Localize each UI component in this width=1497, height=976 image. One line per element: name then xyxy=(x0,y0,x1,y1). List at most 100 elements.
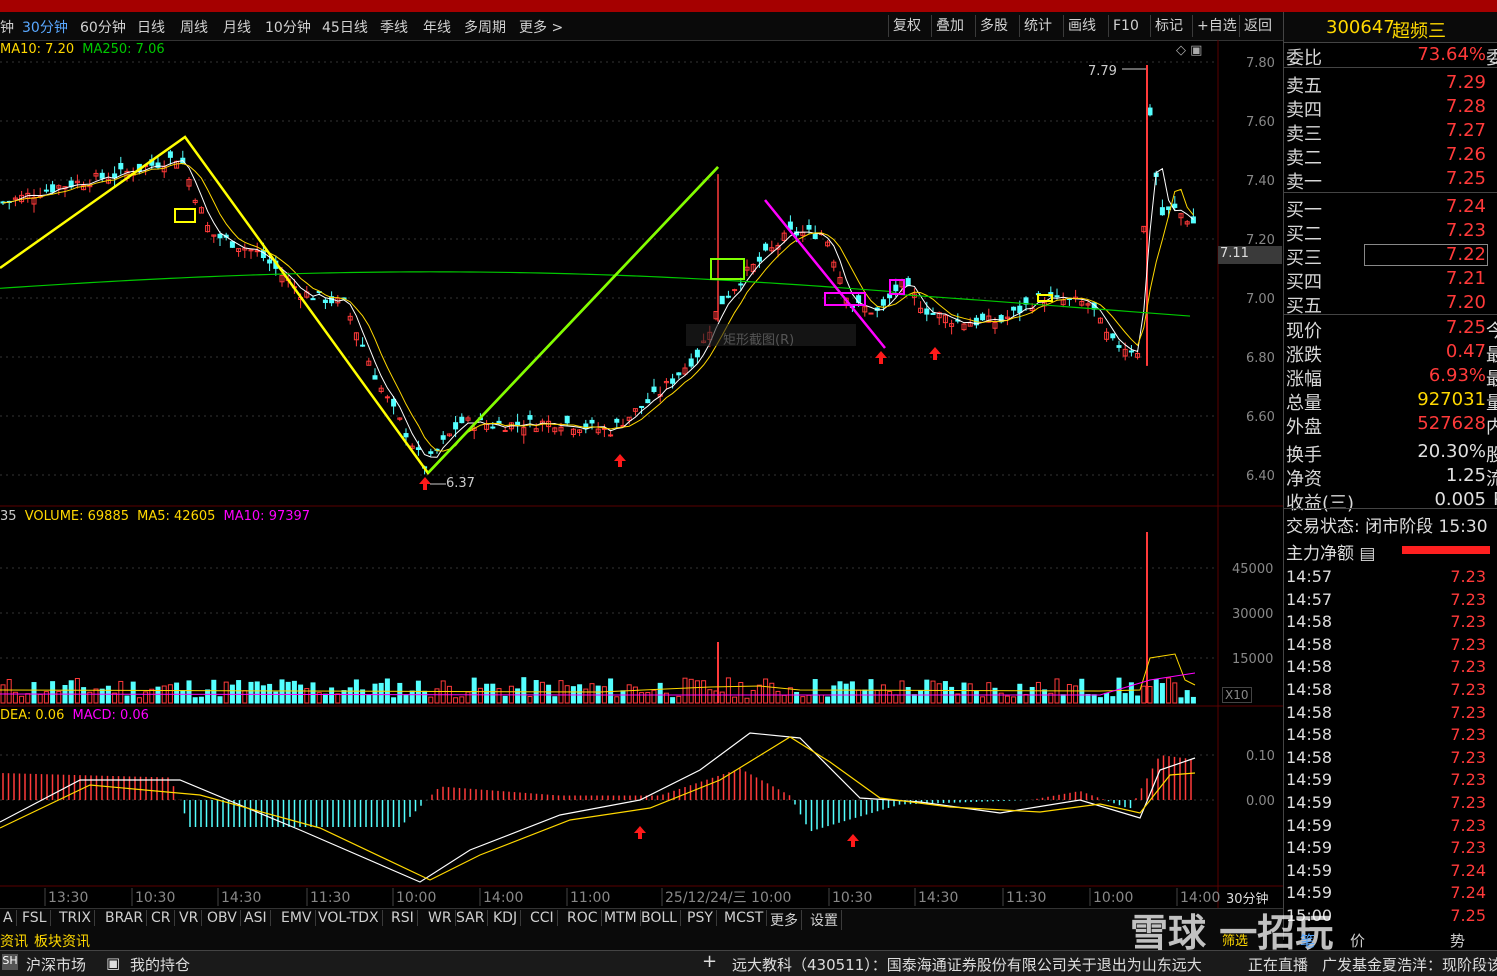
tab-price[interactable]: 价 xyxy=(1350,930,1365,951)
f10-button[interactable]: F10 xyxy=(1108,15,1143,37)
indicator-tab-6[interactable]: OBV xyxy=(204,910,241,926)
bid-level-5[interactable]: 买五 7.20 xyxy=(1286,292,1497,317)
volume-bar xyxy=(725,677,731,704)
tab-trend[interactable]: 势 xyxy=(1450,930,1465,951)
indicator-tab-19[interactable]: MCST xyxy=(721,910,768,926)
period-tab-45day[interactable]: 45日线 xyxy=(322,17,368,37)
bid-level-3[interactable]: 买三 7.22 xyxy=(1286,244,1497,269)
info-tab-news[interactable]: 资讯 xyxy=(0,931,28,951)
volume-bar xyxy=(397,682,403,704)
mark-button[interactable]: 标记 xyxy=(1150,15,1187,37)
period-tab-30min[interactable]: 30分钟 xyxy=(22,17,68,37)
period-tab-year[interactable]: 年线 xyxy=(423,17,451,37)
bid-level-1[interactable]: 买一 7.24 xyxy=(1286,196,1497,221)
period-tab-day[interactable]: 日线 xyxy=(137,17,165,37)
quote-row-5[interactable]: 换手 20.30% 股 xyxy=(1286,441,1497,466)
indicator-tab-21[interactable]: 设置 xyxy=(807,910,842,930)
draw-line-button[interactable]: 画线 xyxy=(1063,15,1100,37)
indicator-tab-1[interactable]: FSL xyxy=(19,910,51,926)
volume-bar xyxy=(267,683,273,704)
indicator-tab-0[interactable]: A xyxy=(0,910,17,926)
live-text[interactable]: 广发基金夏浩洋：现阶段该 xyxy=(1322,954,1497,975)
period-tab[interactable]: 钟 xyxy=(0,17,14,37)
indicator-tab-14[interactable]: CCI xyxy=(527,910,558,926)
indicator-tab-3[interactable]: BRAR xyxy=(102,910,148,926)
holdings-icon: ▣ xyxy=(106,954,121,972)
divider xyxy=(1284,67,1497,68)
indicator-tab-2[interactable]: TRIX xyxy=(56,910,95,926)
indicator-tab-17[interactable]: BOLL xyxy=(638,910,681,926)
indicator-tab-8[interactable]: EMV xyxy=(278,910,316,926)
tab-pen[interactable]: 笔 xyxy=(1300,930,1315,951)
ask-level-2[interactable]: 卖二 7.26 xyxy=(1286,144,1497,169)
period-tab-week[interactable]: 周线 xyxy=(180,17,208,37)
indicator-tab-10[interactable]: RSI xyxy=(388,910,418,926)
quote-row-2-tail: 最 xyxy=(1486,369,1497,390)
indicator-tab-15[interactable]: ROC xyxy=(564,910,602,926)
indicator-tab-5[interactable]: VR xyxy=(176,910,203,926)
period-tab-60min[interactable]: 60分钟 xyxy=(80,17,126,37)
status-bar: SH 沪深市场 ▣ 我的持仓 + 远大教科（430511）：国泰海通证券股份有限… xyxy=(0,950,1497,976)
kline-chart-area[interactable]: 7.80 7.60 7.40 7.20 7.00 6.80 6.60 6.40 45000 300… xyxy=(0,40,1283,908)
statistics-button[interactable]: 统计 xyxy=(1019,15,1056,37)
main-force-bar xyxy=(1402,546,1490,554)
indicator-tab-7[interactable]: ASI xyxy=(241,910,271,926)
indicator-tab-16[interactable]: MTM xyxy=(601,910,641,926)
candle xyxy=(676,372,682,376)
filter-label[interactable]: 筛选 xyxy=(1222,930,1282,949)
tick-time: 14:58 xyxy=(1286,747,1333,767)
indicator-tab-4[interactable]: CR xyxy=(148,910,175,926)
add-icon[interactable]: + xyxy=(702,951,717,972)
market-tab[interactable]: 沪深市场 xyxy=(26,954,86,975)
candle xyxy=(1017,305,1023,314)
volume-bar xyxy=(366,694,372,704)
ask-level-1[interactable]: 卖一 7.25 xyxy=(1286,168,1497,193)
add-watchlist-button[interactable]: +自选 xyxy=(1192,15,1241,37)
back-button[interactable]: 返回 xyxy=(1239,15,1276,37)
indicator-tab-13[interactable]: KDJ xyxy=(490,910,522,926)
indicator-tab-20[interactable]: 更多 xyxy=(767,910,802,930)
quote-row-2[interactable]: 涨幅 6.93% 最 xyxy=(1286,365,1497,390)
info-tab-sector[interactable]: 板块资讯 xyxy=(34,931,90,951)
entrust-ratio[interactable]: 委比 73.64% 委 xyxy=(1286,44,1497,69)
ask-level-4[interactable]: 卖四 7.28 xyxy=(1286,96,1497,121)
quote-row-0[interactable]: 现价 7.25 今 xyxy=(1286,317,1497,342)
volume-bar xyxy=(465,691,471,704)
overlay-button[interactable]: 叠加 xyxy=(931,15,968,37)
volume-bar xyxy=(781,694,787,704)
period-tab-season[interactable]: 季线 xyxy=(380,17,408,37)
volume-bar xyxy=(248,681,254,704)
volume-bar xyxy=(391,697,397,704)
quote-panel: 300647 超频三 委比 73.64% 委卖五 7.29 卖四 7.28 卖三 7.27 卖二… xyxy=(1283,12,1497,940)
bid-level-1-value: 7.24 xyxy=(1445,196,1486,217)
bid-level-4[interactable]: 买四 7.21 xyxy=(1286,268,1497,293)
news-ticker[interactable]: 远大教科（430511）：国泰海通证券股份有限公司关于退出为山东远大 xyxy=(732,954,1222,975)
quote-row-6[interactable]: 净资 1.25 流 xyxy=(1286,465,1497,490)
ask-level-5[interactable]: 卖五 7.29 xyxy=(1286,72,1497,97)
trend-line-green xyxy=(427,166,719,474)
volume-bar xyxy=(19,695,25,704)
time-axis-label: 10:00 xyxy=(1093,890,1133,906)
list-icon[interactable]: ▤ xyxy=(1359,544,1375,564)
indicator-tab-9[interactable]: VOL-TDX xyxy=(315,910,383,926)
volume-bar xyxy=(657,682,663,704)
multi-stock-button[interactable]: 多股 xyxy=(975,15,1012,37)
restore-rights-button[interactable]: 复权 xyxy=(888,15,925,37)
period-tab-multi[interactable]: 多周期 xyxy=(464,17,506,37)
indicator-tab-12[interactable]: SAR xyxy=(453,910,489,926)
holdings-tab[interactable]: 我的持仓 xyxy=(130,954,190,975)
period-tab-month[interactable]: 月线 xyxy=(223,17,251,37)
volume-bar xyxy=(1122,693,1128,704)
live-label[interactable]: 正在直播 xyxy=(1248,954,1308,975)
quote-row-4[interactable]: 外盘 527628 内 xyxy=(1286,413,1497,438)
ask-level-3[interactable]: 卖三 7.27 xyxy=(1286,120,1497,145)
quote-row-7[interactable]: 收益(三)0.005P xyxy=(1286,489,1497,514)
quote-row-1[interactable]: 涨跌 0.47 最 xyxy=(1286,341,1497,366)
period-tab-more[interactable]: 更多 > xyxy=(519,17,563,37)
indicator-tab-18[interactable]: PSY xyxy=(684,910,717,926)
chart-settings-icon[interactable]: ◇ ▣ xyxy=(1176,43,1202,58)
bid-level-2[interactable]: 买二 7.23 xyxy=(1286,220,1497,245)
indicator-tab-11[interactable]: WR xyxy=(425,910,456,926)
period-tab-10min[interactable]: 10分钟 xyxy=(265,17,311,37)
quote-row-3[interactable]: 总量 927031 量 xyxy=(1286,389,1497,414)
